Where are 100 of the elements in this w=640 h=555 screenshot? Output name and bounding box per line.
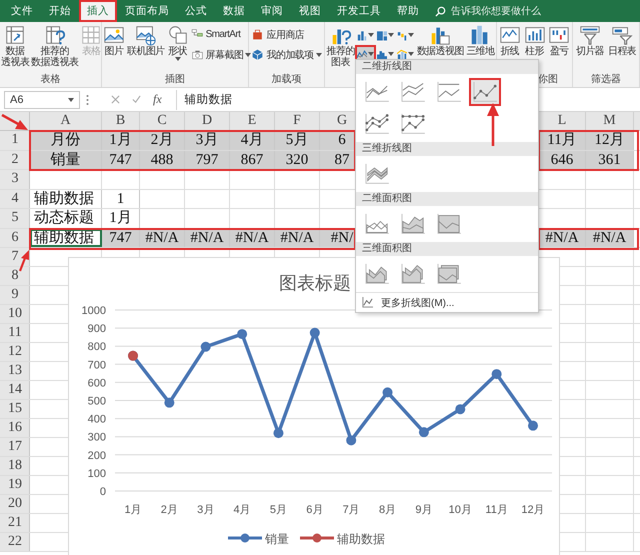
row-number[interactable]: 9 — [12, 286, 18, 304]
ribbon-button[interactable]: 日程表 — [606, 24, 638, 57]
row-number[interactable]: 21 — [8, 514, 22, 532]
sheet-cell: 4月 — [230, 131, 275, 150]
arrow-drawing — [19, 250, 30, 272]
more-charts-menu-item[interactable]: 更多折线图(M)... — [356, 292, 538, 312]
ribbon-tab[interactable]: 视图 — [291, 0, 329, 22]
sheet-cell: 11月 — [539, 131, 586, 150]
caret-icon — [368, 33, 374, 37]
caret-icon — [408, 33, 414, 37]
caret-icon — [408, 52, 414, 56]
line-chart-icon — [364, 81, 390, 103]
chart-title: 图表标题 — [279, 273, 351, 294]
ribbon-button[interactable]: 折线 — [498, 24, 522, 57]
sheet-cell: 5月 — [275, 131, 320, 150]
sheet-cell: 797 — [185, 150, 230, 169]
sheet-cell: 361 — [586, 150, 634, 169]
ribbon-tab[interactable]: 数据 — [215, 0, 253, 22]
row-number[interactable]: 20 — [8, 495, 22, 513]
axis-label: 3月 — [197, 504, 214, 516]
row-number[interactable]: 16 — [8, 419, 22, 437]
axis-label: 200 — [88, 450, 106, 462]
row-number[interactable]: 15 — [8, 400, 22, 418]
ribbon-tab[interactable]: 开始 — [41, 0, 79, 22]
sheet-cell: 1月 — [102, 209, 140, 228]
ribbon-button[interactable]: 联机图片 — [126, 24, 166, 57]
column-header[interactable]: M — [586, 112, 634, 130]
area-chart-icon — [436, 263, 462, 285]
row-number[interactable]: 2 — [12, 150, 18, 169]
chart-type-option[interactable] — [469, 78, 501, 106]
row-number[interactable]: 14 — [8, 381, 22, 399]
row-number[interactable]: 3 — [12, 170, 18, 188]
axis-label: 2月 — [160, 504, 178, 516]
line-chart-icon — [400, 81, 426, 103]
ribbon-tab[interactable]: 审阅 — [253, 0, 291, 22]
ribbon-tab[interactable]: 开发工具 — [329, 0, 389, 22]
bag-icon — [251, 28, 264, 41]
row-number[interactable]: 5 — [12, 209, 18, 228]
sheet-cell: 1 — [102, 190, 140, 208]
ribbon-tab[interactable]: 插入 — [79, 0, 117, 22]
row-number[interactable]: 4 — [12, 190, 18, 208]
ribbon-tab[interactable]: 文件 — [3, 0, 41, 22]
sheet-cell: 488 — [140, 150, 185, 169]
ribbon-tab[interactable]: 公式 — [177, 0, 215, 22]
area-chart-icon — [364, 213, 390, 235]
ribbon-button[interactable]: 数据 透视表 — [0, 24, 30, 68]
row-number[interactable]: 13 — [8, 362, 22, 380]
ribbon-tab[interactable]: 页面布局 — [117, 0, 177, 22]
column-header[interactable]: B — [102, 112, 140, 130]
column-header[interactable]: A — [30, 112, 102, 130]
axis-label: 11月 — [485, 504, 508, 516]
sheet-cell: 12月 — [586, 131, 634, 150]
check-icon[interactable] — [132, 95, 141, 104]
ribbon-button[interactable]: 我的加载项 — [250, 46, 322, 63]
ribbon-button[interactable]: 屏幕截图 — [190, 46, 252, 63]
column-header[interactable]: F — [275, 112, 320, 130]
ribbon-button[interactable]: 形状 — [166, 24, 190, 61]
group-label: 筛选器 — [591, 74, 621, 85]
row-number[interactable]: 6 — [12, 228, 18, 247]
line-chart-icon — [357, 48, 368, 60]
ribbon-button[interactable]: 柱形 — [522, 24, 546, 57]
ribbon-button[interactable]: 图片 — [102, 24, 126, 57]
caret-icon — [368, 52, 374, 56]
ribbon-button[interactable]: 三维地 — [465, 24, 496, 57]
sheet-cell: 1月 — [102, 131, 140, 150]
column-header[interactable]: E — [230, 112, 275, 130]
row-number[interactable]: 1 — [12, 131, 18, 150]
ribbon-button[interactable]: SmartArt — [190, 26, 252, 43]
menu-section-title: 二维折线图 — [356, 60, 538, 74]
row-number[interactable]: 7 — [12, 248, 18, 266]
row-number[interactable]: 11 — [8, 324, 22, 342]
row-number[interactable]: 17 — [8, 438, 22, 456]
group-label: 加载项 — [272, 74, 302, 85]
group-label: 你图 — [538, 74, 558, 85]
sheet-cell: 867 — [230, 150, 275, 169]
row-number[interactable]: 8 — [12, 267, 18, 285]
ribbon-button[interactable]: 推荐的 图表 — [326, 24, 356, 68]
ribbon-tab[interactable]: 帮助 — [389, 0, 427, 22]
row-number[interactable]: 18 — [8, 457, 22, 475]
axis-label: 300 — [88, 432, 106, 444]
axis-label: 8月 — [378, 504, 396, 516]
column-header[interactable]: C — [140, 112, 185, 130]
ribbon-button[interactable]: 应用商店 — [250, 26, 322, 43]
row-number[interactable]: 12 — [8, 343, 22, 361]
ribbon-button[interactable]: 数据透视图 — [416, 24, 465, 57]
waterfall-chart-icon — [397, 30, 408, 40]
column-header[interactable]: D — [185, 112, 230, 130]
cancel-icon[interactable] — [111, 95, 120, 104]
area-chart-icon — [400, 213, 426, 235]
row-number[interactable]: 22 — [8, 533, 22, 551]
area-chart-icon — [400, 263, 426, 285]
row-number[interactable]: 19 — [8, 476, 22, 494]
search-field[interactable]: 告诉我你想要做什么 — [451, 6, 561, 16]
menu-section-title: 三维面积图 — [356, 242, 538, 256]
ribbon-button[interactable]: 切片器 — [574, 24, 606, 57]
ribbon-button[interactable]: 盈亏 — [547, 24, 572, 57]
insert-function-button[interactable]: fx — [153, 92, 162, 107]
ribbon-button[interactable]: 推荐的 数据透视表 — [30, 24, 80, 68]
row-number[interactable]: 10 — [8, 305, 22, 323]
name-box[interactable]: A6 — [4, 90, 80, 108]
